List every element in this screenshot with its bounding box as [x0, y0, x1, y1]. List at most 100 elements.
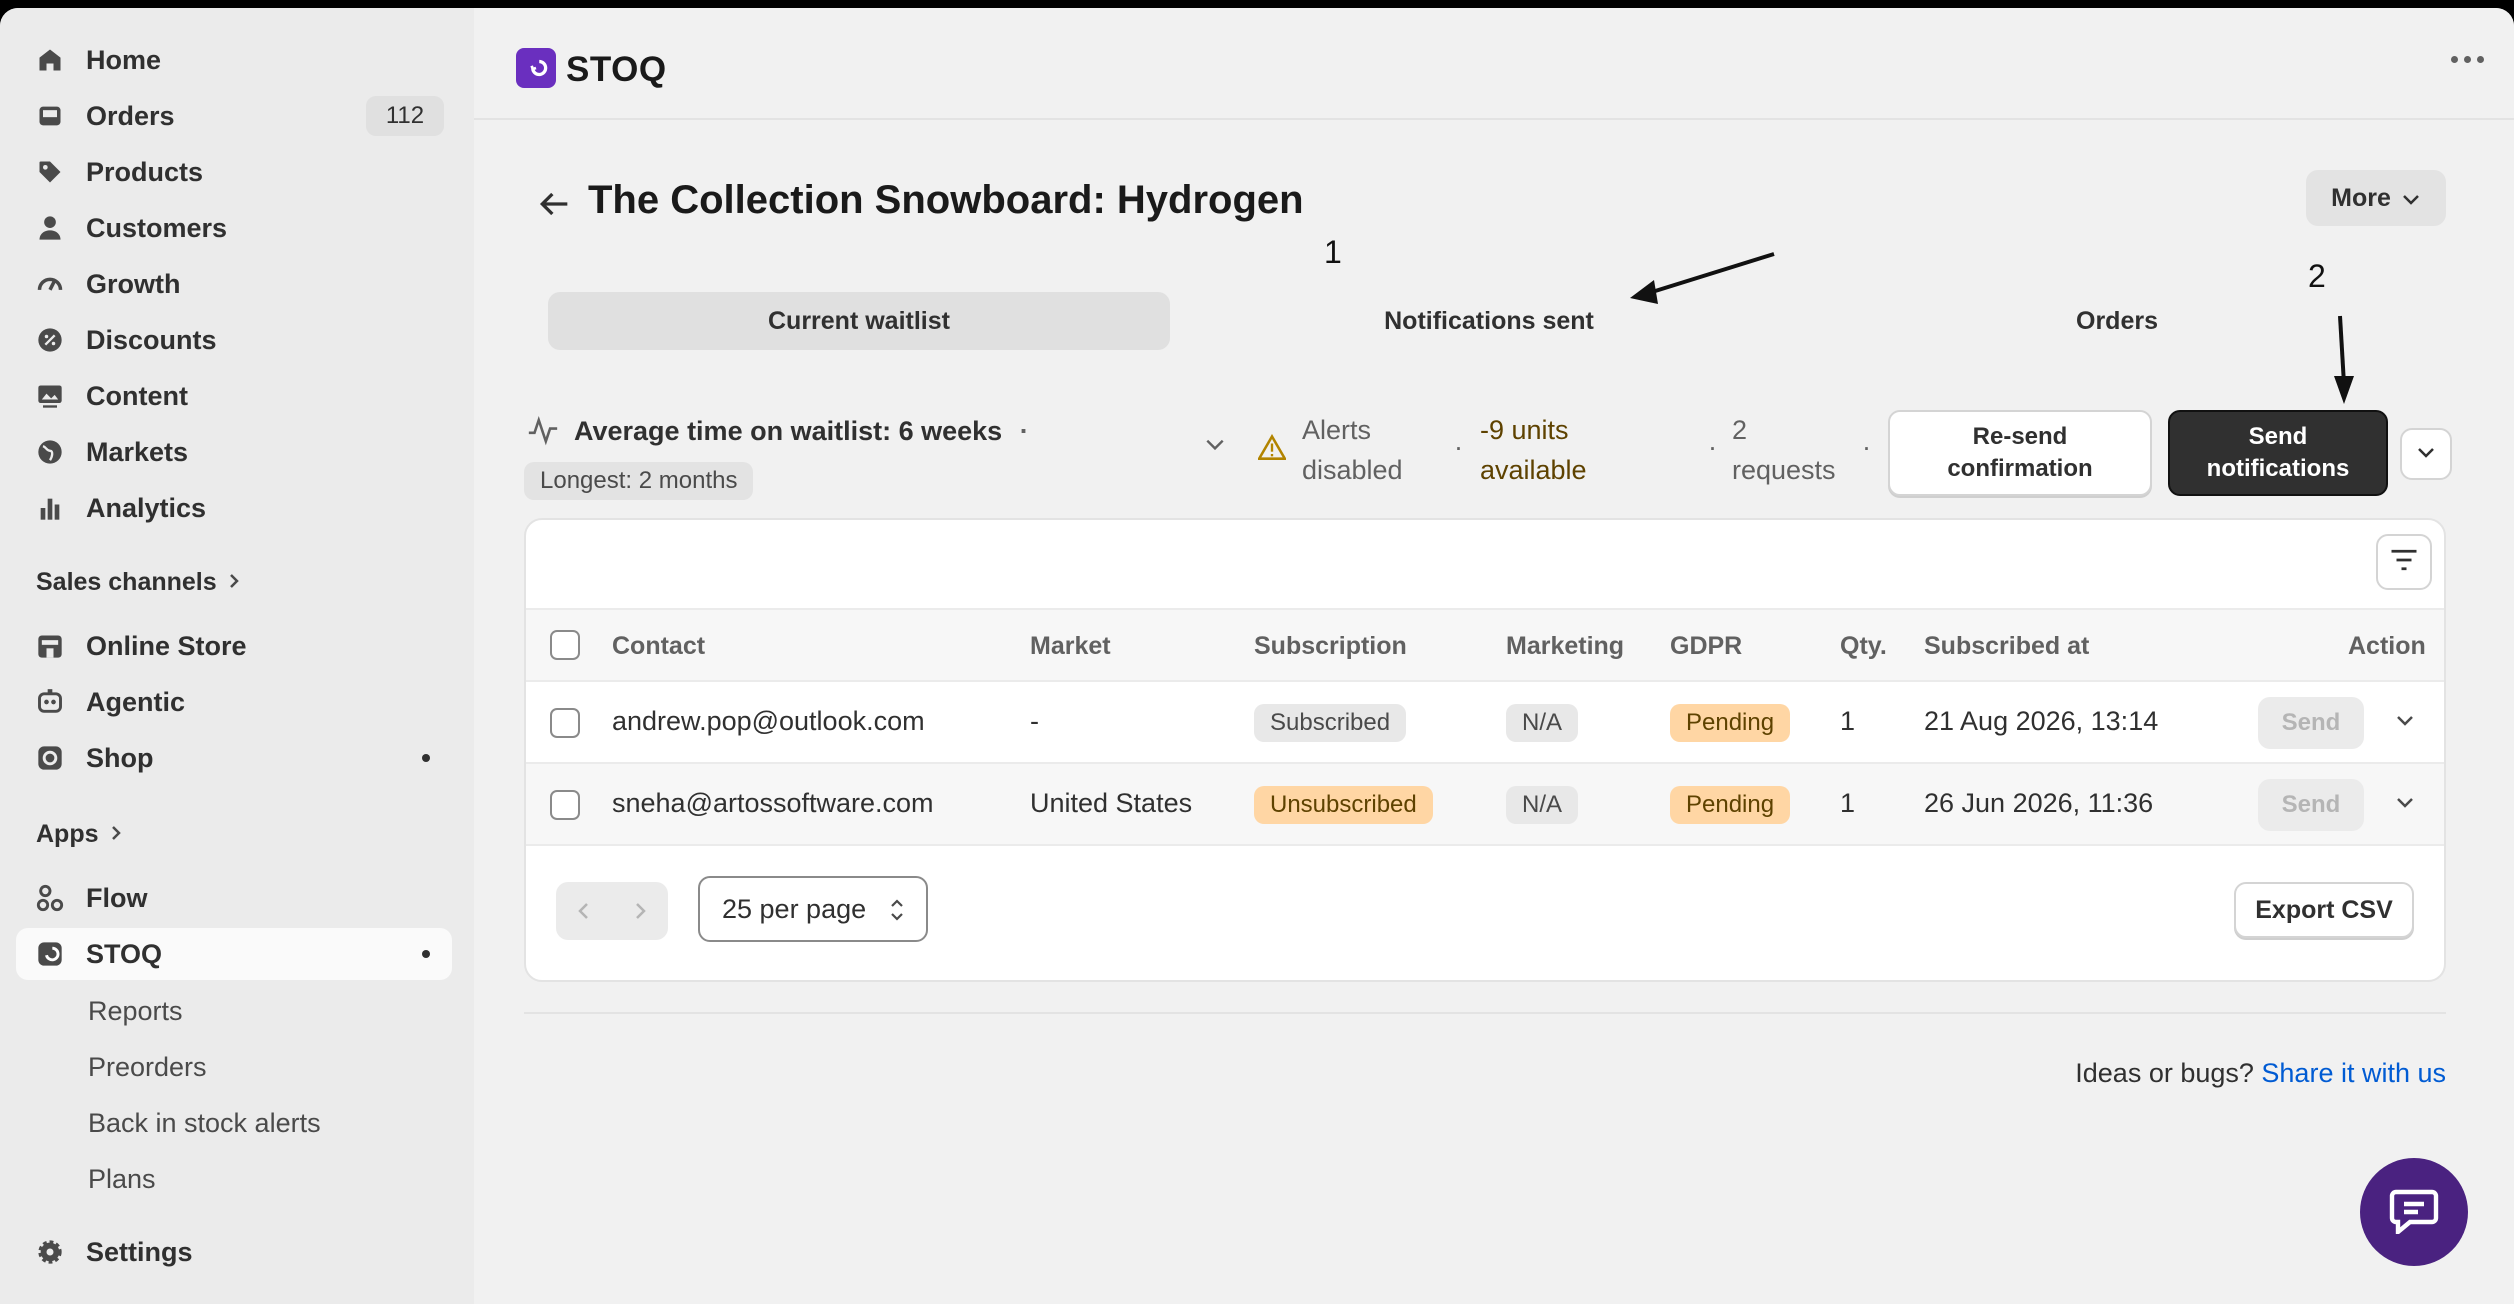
sidebar-item-content[interactable]: Content — [16, 370, 452, 422]
main-content: STOQ The Collection Snowboard: Hydrogen … — [474, 8, 2514, 1304]
shop-status-dot — [422, 754, 430, 762]
row-send-button[interactable]: Send — [2258, 779, 2364, 831]
flow-icon — [34, 882, 66, 914]
sidebar-item-growth[interactable]: Growth — [16, 258, 452, 310]
next-page-button[interactable] — [612, 882, 668, 940]
longest-wait-badge: Longest: 2 months — [524, 462, 754, 500]
column-gdpr[interactable]: GDPR — [1670, 632, 1742, 661]
sidebar-item-label: Settings — [86, 1236, 193, 1267]
resend-button-line2: confirmation — [1947, 455, 2093, 482]
column-qty[interactable]: Qty. — [1840, 632, 1887, 661]
chevron-right-icon — [227, 568, 241, 597]
feedback-footer: Ideas or bugs? Share it with us — [2075, 1058, 2446, 1089]
image-icon — [34, 380, 66, 412]
row-send-button[interactable]: Send — [2258, 697, 2364, 749]
column-contact[interactable]: Contact — [612, 632, 705, 661]
send-notifications-button[interactable]: Send notifications — [2168, 410, 2388, 496]
send-options-dropdown[interactable] — [2400, 428, 2452, 480]
sidebar-subitem-reports[interactable]: Reports — [88, 996, 183, 1027]
more-actions-button[interactable]: More — [2306, 170, 2446, 226]
chevron-down-icon — [2401, 184, 2421, 213]
subscribed-at-cell: 26 Jun 2026, 11:36 — [1924, 788, 2154, 818]
app-name: STOQ — [566, 50, 667, 89]
alerts-status-line2: disabled — [1302, 455, 1403, 485]
tab-notifications-sent[interactable]: Notifications sent — [1178, 292, 1800, 350]
sales-channels-heading[interactable]: Sales channels — [36, 568, 241, 597]
stoq-logo-icon — [516, 48, 556, 88]
sidebar-item-stoq[interactable]: STOQ — [16, 928, 452, 980]
separator-dot: · — [1708, 432, 1717, 462]
back-arrow-icon[interactable] — [534, 184, 574, 224]
sidebar-item-online-store[interactable]: Online Store — [16, 620, 452, 672]
sidebar-item-home[interactable]: Home — [16, 34, 452, 86]
table-row[interactable]: andrew.pop@outlook.com - Subscribed N/A … — [526, 682, 2444, 764]
chevron-down-icon[interactable] — [1204, 436, 1226, 457]
table-row[interactable]: sneha@artossoftware.com United States Un… — [526, 764, 2444, 846]
average-waitlist-time: Average time on waitlist: 6 weeks · — [574, 416, 1029, 447]
sidebar-item-label: Products — [86, 156, 204, 187]
sidebar-item-label: Content — [86, 380, 188, 411]
row-checkbox[interactable] — [550, 708, 580, 738]
annotation-label-2: 2 — [2308, 258, 2326, 294]
chevron-down-icon[interactable] — [2390, 788, 2420, 818]
column-subscription[interactable]: Subscription — [1254, 632, 1407, 661]
tag-icon — [34, 156, 66, 188]
sidebar-item-customers[interactable]: Customers — [16, 202, 452, 254]
sidebar-subitem-back-in-stock-alerts[interactable]: Back in stock alerts — [88, 1108, 321, 1139]
sidebar-item-settings[interactable]: Settings — [16, 1226, 452, 1278]
resend-confirmation-button[interactable]: Re-send confirmation — [1888, 410, 2152, 496]
separator-dot: · — [1019, 416, 1029, 446]
units-available-line2: available — [1480, 455, 1587, 485]
sidebar-item-label: Flow — [86, 882, 148, 913]
alerts-status-line1: Alerts — [1302, 415, 1372, 445]
sidebar-item-discounts[interactable]: Discounts — [16, 314, 452, 366]
globe-icon — [34, 436, 66, 468]
contact-email: andrew.pop@outlook.com — [612, 706, 925, 736]
market-cell: - — [1030, 706, 1039, 736]
apps-label: Apps — [36, 820, 99, 848]
share-feedback-link[interactable]: Share it with us — [2261, 1058, 2446, 1088]
sidebar-item-agentic[interactable]: Agentic — [16, 676, 452, 728]
chat-icon — [2388, 1186, 2440, 1239]
discount-icon — [34, 324, 66, 356]
export-csv-button[interactable]: Export CSV — [2234, 882, 2414, 938]
column-subscribed-at[interactable]: Subscribed at — [1924, 632, 2089, 661]
sidebar-item-shop[interactable]: Shop — [16, 732, 452, 784]
table-header: Contact Market Subscription Marketing GD… — [526, 608, 2444, 682]
row-checkbox[interactable] — [550, 790, 580, 820]
column-market[interactable]: Market — [1030, 632, 1111, 661]
apps-heading[interactable]: Apps — [36, 820, 123, 849]
warning-icon — [1256, 433, 1288, 465]
tab-current-waitlist[interactable]: Current waitlist — [548, 292, 1170, 350]
column-action: Action — [2348, 632, 2426, 660]
chat-button[interactable] — [2360, 1158, 2468, 1266]
sidebar-item-orders[interactable]: Orders 112 — [16, 90, 452, 142]
per-page-select[interactable]: 25 per page — [698, 876, 928, 942]
inbox-icon — [34, 100, 66, 132]
tab-orders[interactable]: Orders — [1806, 292, 2428, 350]
sidebar-item-label: Online Store — [86, 630, 247, 661]
chevron-down-icon[interactable] — [2390, 706, 2420, 736]
previous-page-button[interactable] — [556, 882, 612, 940]
qty-cell: 1 — [1840, 788, 1856, 818]
sidebar-item-products[interactable]: Products — [16, 146, 452, 198]
more-button-label: More — [2331, 183, 2391, 212]
subscription-badge: Subscribed — [1254, 704, 1407, 742]
select-all-checkbox[interactable] — [550, 630, 580, 660]
stoq-icon — [34, 938, 66, 970]
filter-button[interactable] — [2376, 534, 2432, 590]
app-topbar: STOQ — [474, 8, 2514, 120]
more-options-icon[interactable] — [2451, 56, 2484, 63]
sidebar-subitem-plans[interactable]: Plans — [88, 1164, 156, 1195]
sidebar-item-analytics[interactable]: Analytics — [16, 482, 452, 534]
sidebar-item-markets[interactable]: Markets — [16, 426, 452, 478]
marketing-badge: N/A — [1506, 704, 1579, 742]
gdpr-badge: Pending — [1670, 704, 1791, 742]
sales-channels-label: Sales channels — [36, 568, 217, 596]
sidebar-item-flow[interactable]: Flow — [16, 872, 452, 924]
page-title: The Collection Snowboard: Hydrogen — [588, 178, 1304, 222]
column-marketing[interactable]: Marketing — [1506, 632, 1624, 661]
sidebar-item-label: Agentic — [86, 686, 186, 717]
sidebar-subitem-preorders[interactable]: Preorders — [88, 1052, 207, 1083]
market-cell: United States — [1030, 788, 1193, 818]
